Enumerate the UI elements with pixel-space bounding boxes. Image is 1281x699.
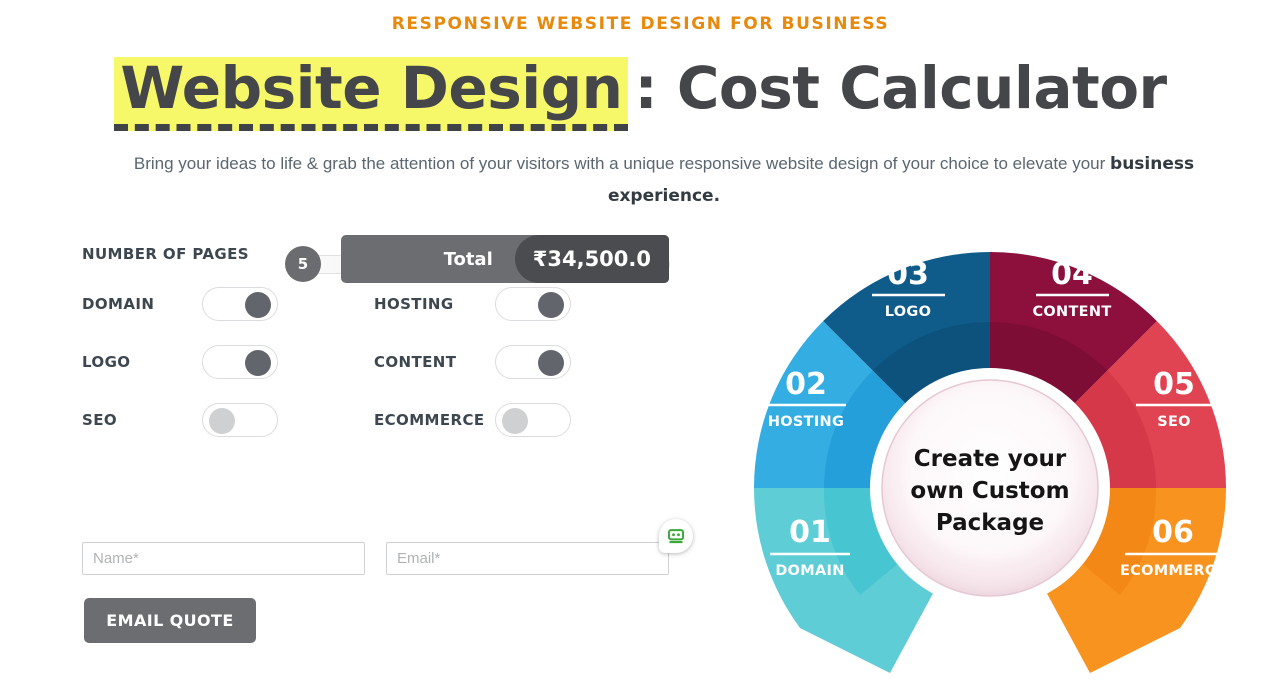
total-box: Total ₹34,500.0 [341,235,669,283]
toggle-label-ecommerce: ECOMMERCE [374,411,485,429]
toggle-knob [209,408,235,434]
total-label: Total [443,248,493,270]
core-line-2: own Custom [910,478,1069,504]
segment-number: 06 [1152,515,1194,550]
cost-calculator-page: RESPONSIVE WEBSITE DESIGN FOR BUSINESS W… [0,0,1281,699]
page-subtitle-line1: Bring your ideas to life & grab the atte… [133,154,1106,173]
pages-slider-handle[interactable]: 5 [285,246,321,282]
custom-package-diagram: 03 LOGO 04 CONTENT 02 HOSTING 05 SEO 01 … [700,218,1281,699]
page-title-highlight: Website Design [114,57,629,132]
toggle-label-logo: LOGO [82,353,131,371]
toggle-knob [245,350,271,376]
segment-number: 04 [1051,257,1093,292]
page-title: Website Design: Cost Calculator [0,54,1281,132]
toggle-content[interactable] [495,345,571,379]
robot-icon[interactable] [659,519,693,553]
toggle-knob [538,292,564,318]
pages-label: NUMBER OF PAGES [82,245,249,263]
segment-number: 01 [789,515,831,550]
toggle-label-domain: DOMAIN [82,295,155,313]
toggle-ecommerce[interactable] [495,403,571,437]
segment-label: DOMAIN [775,563,844,579]
page-subtitle: Bring your ideas to life & grab the atte… [84,148,1244,213]
email-quote-button[interactable]: EMAIL QUOTE [84,598,256,643]
toggle-label-content: CONTENT [374,353,457,371]
toggle-seo[interactable] [202,403,278,437]
toggle-label-seo: SEO [82,411,118,429]
total-value: ₹34,500.0 [514,235,669,283]
diagram-svg: 03 LOGO 04 CONTENT 02 HOSTING 05 SEO 01 … [754,252,1226,673]
segment-label: LOGO [885,304,931,320]
name-input[interactable] [82,542,365,575]
toggle-logo[interactable] [202,345,278,379]
toggle-knob [502,408,528,434]
core-line-1: Create your [914,446,1067,472]
segment-label: HOSTING [768,414,844,430]
toggle-knob [538,350,564,376]
diagram-core: Create your own Custom Package [881,379,1099,597]
segment-number: 03 [887,257,929,292]
page-title-rest: : Cost Calculator [634,54,1167,122]
segment-number: 05 [1153,367,1195,402]
segment-label: SEO [1157,414,1191,430]
toggle-knob [245,292,271,318]
segment-label: ECOMMERCE [1120,563,1226,579]
toggle-label-hosting: HOSTING [374,295,454,313]
toggle-domain[interactable] [202,287,278,321]
segment-number: 02 [785,367,827,402]
core-line-3: Package [936,510,1044,536]
segment-label: CONTENT [1032,304,1111,320]
toggle-hosting[interactable] [495,287,571,321]
email-input[interactable] [386,542,669,575]
page-eyebrow: RESPONSIVE WEBSITE DESIGN FOR BUSINESS [391,14,890,34]
